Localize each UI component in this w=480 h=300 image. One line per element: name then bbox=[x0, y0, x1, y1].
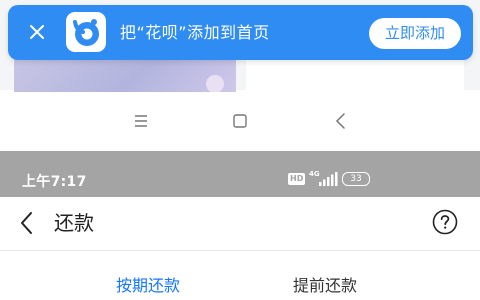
tab-early-repayment[interactable]: 提前还款 bbox=[293, 251, 357, 300]
system-navigation-bar bbox=[0, 92, 480, 150]
add-now-button[interactable]: 立即添加 bbox=[369, 18, 461, 49]
previous-screen-card-left bbox=[14, 55, 236, 93]
page-title: 还款 bbox=[54, 211, 94, 235]
signal-icon bbox=[318, 171, 338, 186]
close-icon[interactable] bbox=[24, 19, 50, 45]
app-header: 还款 bbox=[0, 197, 480, 249]
menu-icon[interactable] bbox=[133, 113, 149, 129]
status-bar: 上午7:17 HD 4G 33 bbox=[0, 151, 480, 197]
battery-indicator: 33 bbox=[342, 172, 370, 186]
back-chevron-icon[interactable] bbox=[334, 112, 348, 130]
status-time: 上午7:17 bbox=[22, 174, 87, 190]
banner-message: 把“花呗”添加到首页 bbox=[120, 23, 270, 42]
tab-scheduled-repayment[interactable]: 按期还款 bbox=[116, 251, 180, 300]
repayment-tabs: 按期还款 提前还款 bbox=[0, 251, 480, 300]
back-arrow-icon[interactable] bbox=[17, 210, 37, 236]
card-decoration bbox=[206, 75, 224, 93]
huabei-app-icon bbox=[66, 12, 106, 52]
add-to-home-banner: 把“花呗”添加到首页 立即添加 bbox=[8, 5, 473, 60]
screen: 把“花呗”添加到首页 立即添加 上午7:17 HD 4G 33 还款 按期还款 … bbox=[0, 0, 480, 300]
hd-badge: HD bbox=[288, 173, 306, 185]
help-circle-icon[interactable] bbox=[432, 209, 458, 235]
previous-screen-card-right bbox=[246, 55, 464, 93]
home-square-icon[interactable] bbox=[232, 113, 248, 129]
